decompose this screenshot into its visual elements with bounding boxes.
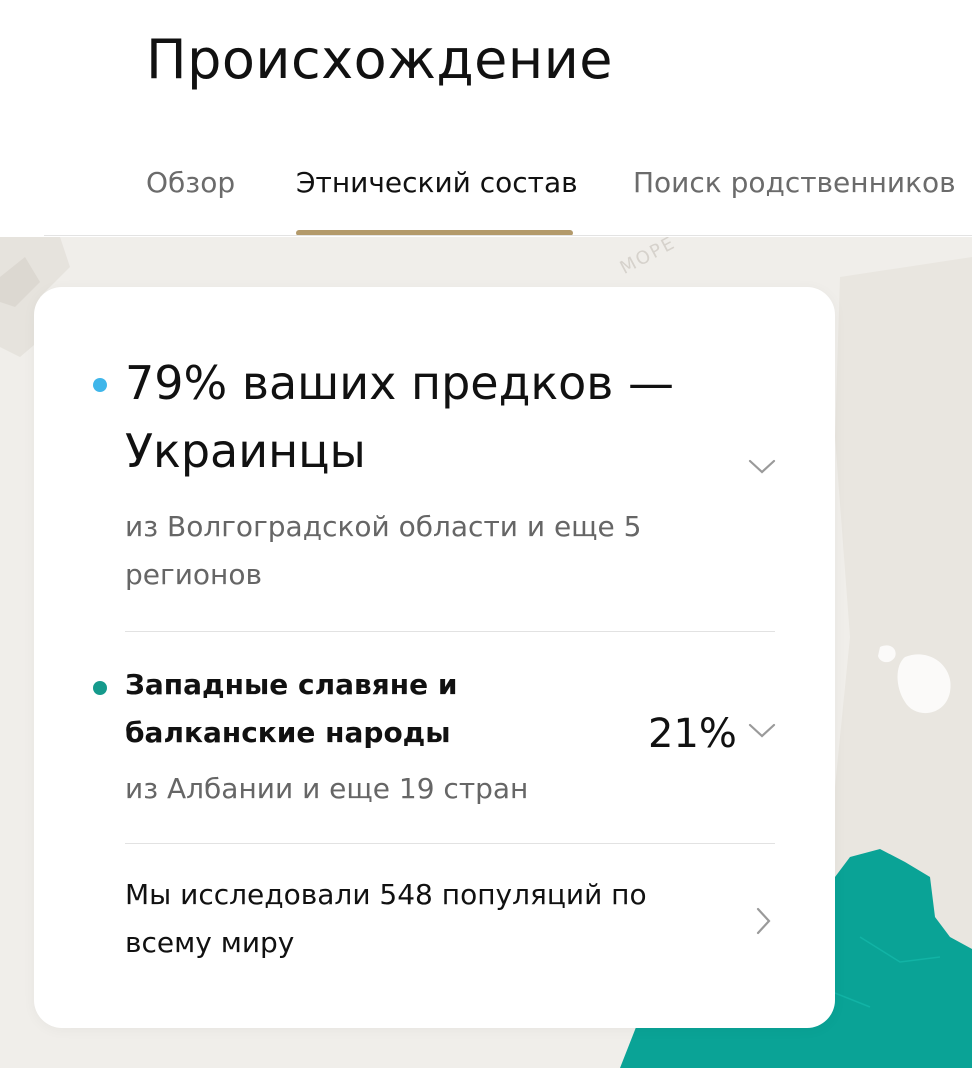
ethnicity-card: 79% ваших предков — Украинцы из Волгогра… [34,287,835,1028]
card-divider [125,843,775,844]
primary-ethnicity-dot [93,378,107,392]
primary-ethnicity-subtitle: из Волгоградской области и еще 5 регионо… [125,510,642,591]
page-title: Происхождение [146,28,614,91]
chevron-right-icon[interactable] [756,907,772,935]
secondary-ethnicity-dot [93,681,107,695]
chevron-down-icon[interactable] [748,459,776,475]
card-divider [125,631,775,632]
secondary-ethnicity-name: Западные славяне и балканские народы [125,668,458,749]
tabs-divider [44,235,972,236]
tab-bar: Обзор Этнический состав Поиск родственни… [0,160,972,236]
tab-overview[interactable]: Обзор [146,166,235,199]
primary-ethnicity-heading: 79% ваших предков — Украинцы [125,356,675,478]
tab-relatives-search[interactable]: Поиск родственников [633,166,956,199]
populations-link-text[interactable]: Мы исследовали 548 популяций по всему ми… [125,871,685,967]
page-header: Происхождение Обзор Этнический состав По… [0,0,972,236]
secondary-ethnicity-percent: 21% [648,711,737,757]
tab-ethnic-composition[interactable]: Этнический состав [296,166,578,199]
secondary-ethnicity-subtitle: из Албании и еще 19 стран [125,772,529,805]
chevron-down-icon[interactable] [748,723,776,739]
